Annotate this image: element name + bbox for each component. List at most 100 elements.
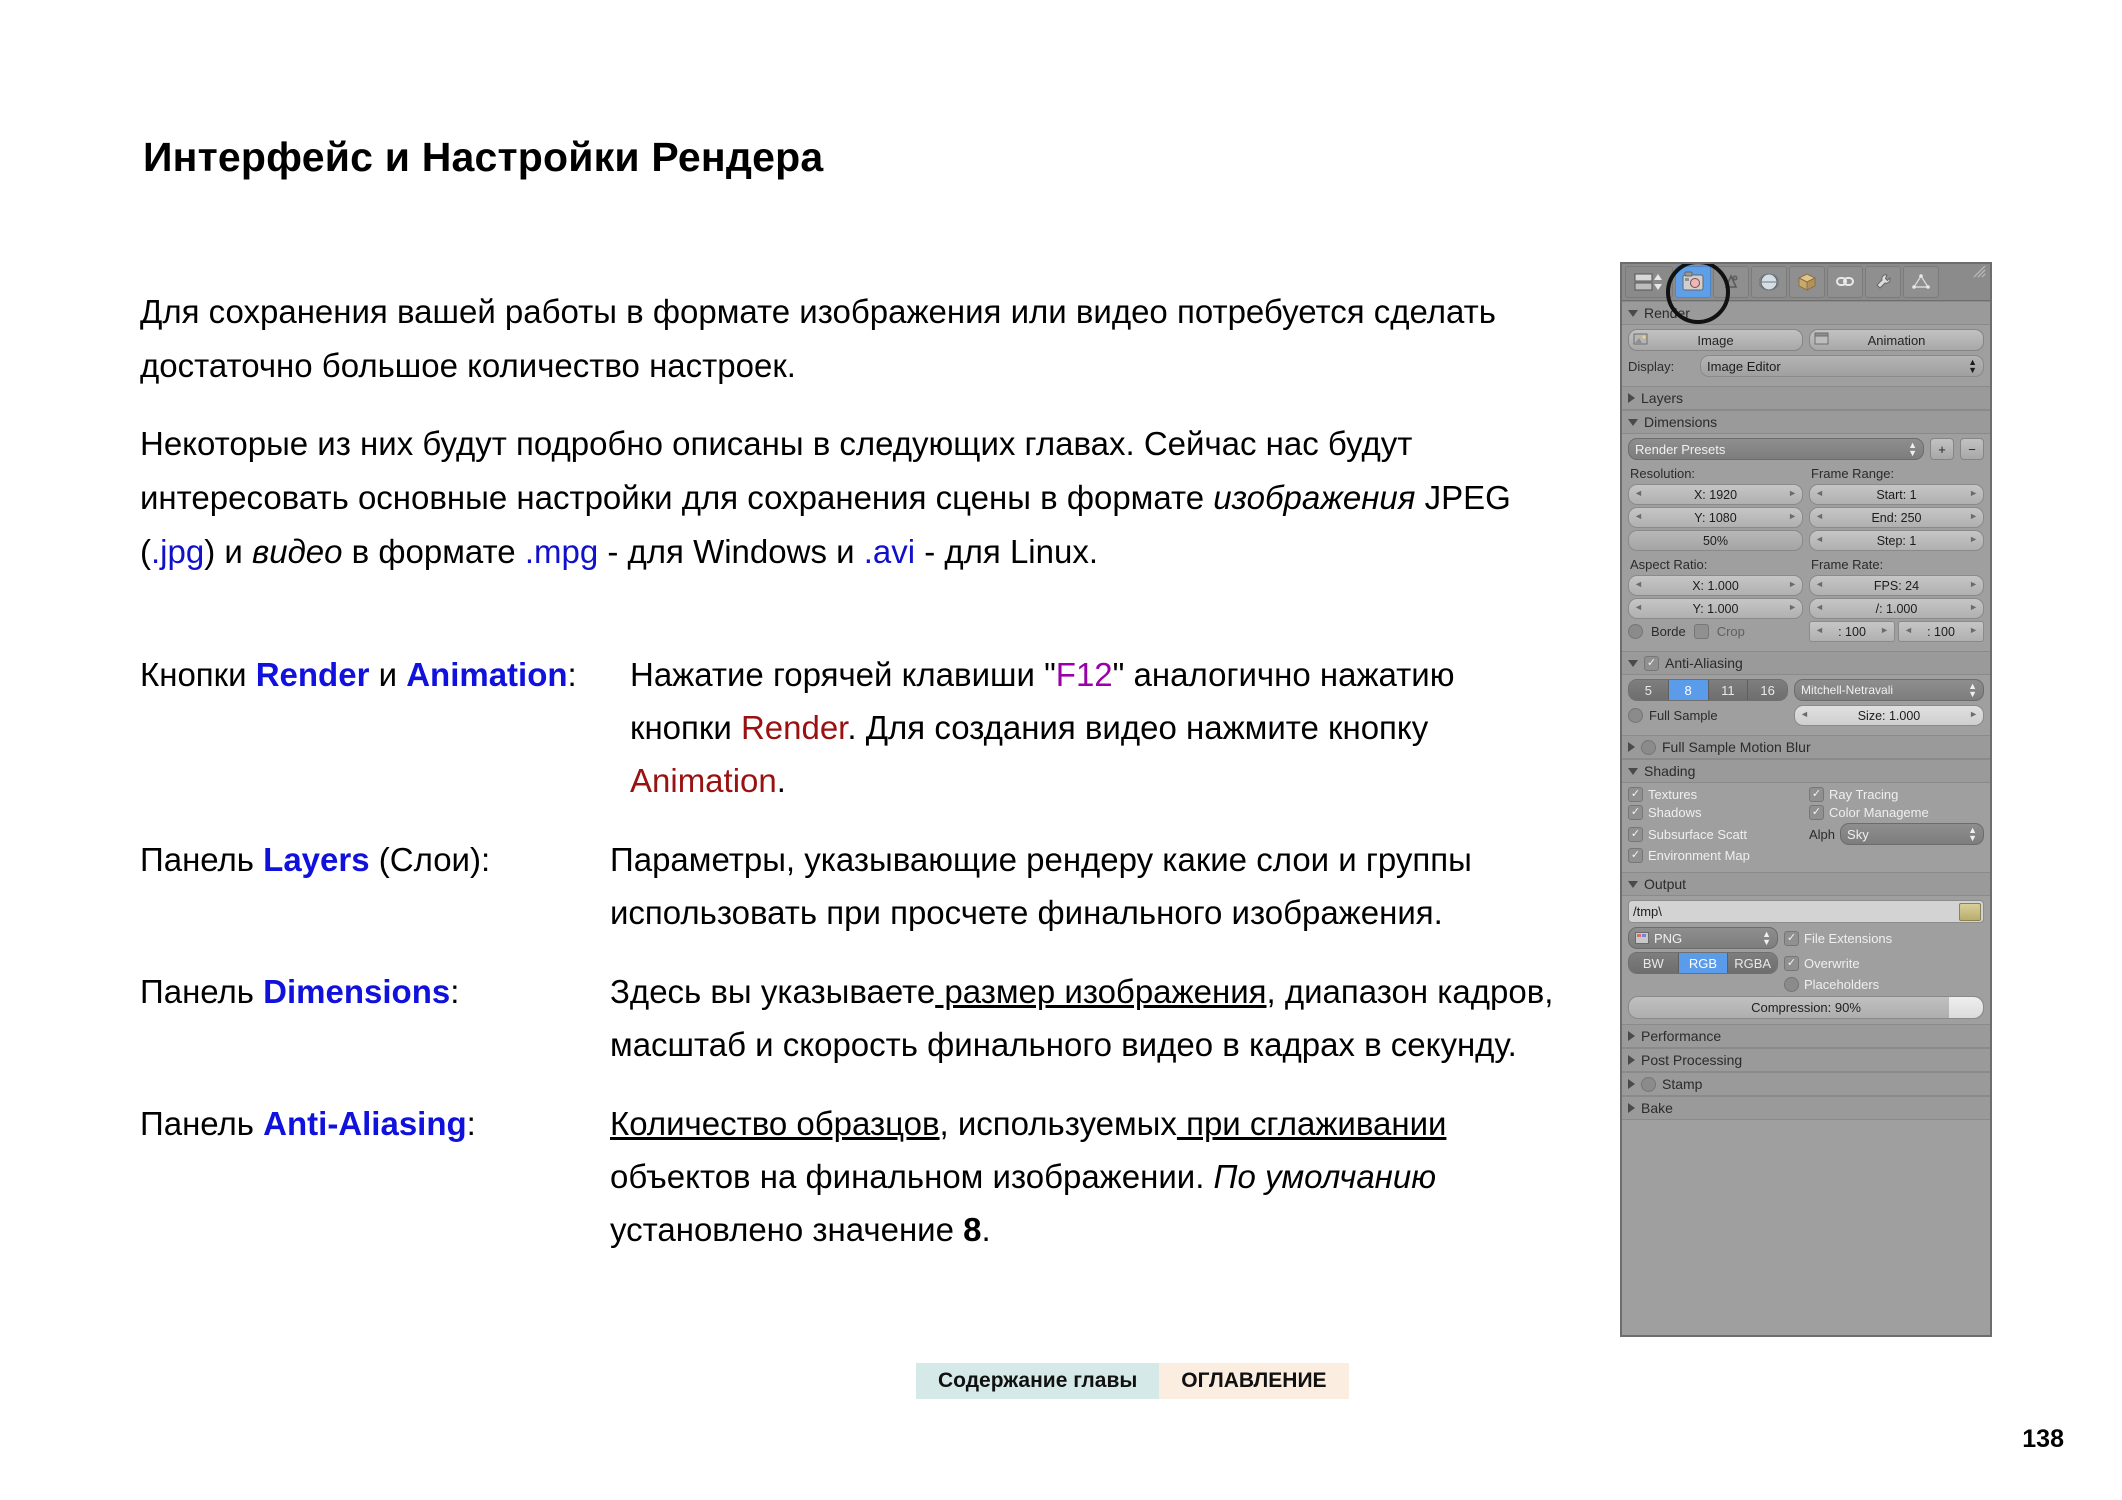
aa-samples-segmented[interactable]: 5 8 11 16 [1628, 679, 1788, 701]
chevron-updown-icon: ▲ ▼ [1908, 440, 1917, 458]
aa-sample-16[interactable]: 16 [1748, 680, 1787, 700]
tab-render[interactable] [1675, 266, 1711, 298]
frame-start-field[interactable]: ◄ Start: 1 ► [1809, 484, 1984, 505]
color-mode-bw[interactable]: BW [1629, 953, 1679, 973]
slider-knob[interactable] [1949, 997, 1983, 1018]
placeholders-toggle[interactable] [1784, 977, 1799, 992]
desc-part-a: Нажатие горячей клавиши " [630, 656, 1056, 693]
alpha-mode-dropdown[interactable]: Sky ▲ ▼ [1840, 823, 1984, 845]
resolution-y-field[interactable]: ◄ Y: 1080 ► [1628, 507, 1803, 528]
map-old-field[interactable]: ◄: 100 ► [1809, 621, 1895, 642]
arrow-right-icon: ► [1969, 511, 1978, 521]
tab-modifiers[interactable] [1865, 266, 1901, 298]
textures-checkbox[interactable]: ✓ [1628, 787, 1643, 802]
aspect-y-field[interactable]: ◄ Y: 1.000 ► [1628, 598, 1803, 619]
map-new-field[interactable]: ◄: 100 ► [1898, 621, 1984, 642]
border-label: Borde [1651, 624, 1686, 639]
output-path-value: /tmp\ [1633, 904, 1662, 919]
aa-filter-dropdown[interactable]: Mitchell-Netravali ▲ ▼ [1794, 679, 1984, 701]
display-dropdown[interactable]: Image Editor ▲ ▼ [1700, 355, 1984, 377]
frame-step-field[interactable]: ◄ Step: 1 ► [1809, 530, 1984, 551]
color-mode-segmented[interactable]: BW RGB RGBA [1628, 952, 1778, 974]
motion-blur-toggle[interactable] [1641, 739, 1656, 755]
ext-mpg: .mpg [524, 533, 599, 570]
section-header-render[interactable]: Render [1622, 266, 1990, 325]
definition-list: Кнопки Render и Animation: Нажатие горяч… [140, 648, 1560, 1282]
section-header-layers[interactable]: Layers [1622, 386, 1990, 410]
subsurface-scatter-checkbox[interactable]: ✓ [1628, 826, 1643, 842]
compression-value: Compression: 90% [1751, 1000, 1861, 1015]
overwrite-label: Overwrite [1804, 955, 1860, 971]
output-format-dropdown[interactable]: PNG ▲ ▼ [1628, 927, 1778, 949]
arrow-right-icon: ► [1969, 709, 1978, 719]
chevron-right-icon [1628, 742, 1635, 752]
folder-browse-icon[interactable] [1959, 903, 1981, 921]
tab-data[interactable] [1903, 266, 1939, 298]
fps-base-field[interactable]: ◄ /: 1.000 ► [1809, 598, 1984, 619]
table-of-contents-button[interactable]: ОГЛАВЛЕНИЕ [1159, 1363, 1349, 1399]
tab-scene[interactable] [1713, 266, 1749, 298]
ray-tracing-checkbox[interactable]: ✓ [1809, 787, 1824, 802]
output-path-field[interactable]: /tmp\ [1628, 900, 1984, 923]
tab-object[interactable] [1789, 266, 1825, 298]
resolution-x-field[interactable]: ◄ X: 1920 ► [1628, 484, 1803, 505]
full-sample-toggle[interactable] [1628, 708, 1643, 723]
tab-constraints[interactable] [1827, 266, 1863, 298]
tab-world[interactable] [1751, 266, 1787, 298]
fps-field[interactable]: ◄ FPS: 24 ► [1809, 575, 1984, 596]
page-number: 138 [2022, 1425, 2064, 1453]
definition-desc-antialiasing: Количество образцов, используемых при сг… [610, 1097, 1560, 1256]
environment-map-checkbox[interactable]: ✓ [1628, 848, 1643, 863]
aspect-x-field[interactable]: ◄ X: 1.000 ► [1628, 575, 1803, 596]
aa-size-field[interactable]: ◄ Size: 1.000 ► [1794, 705, 1984, 726]
section-header-shading[interactable]: Shading [1622, 266, 1990, 783]
border-toggle[interactable] [1628, 624, 1643, 639]
file-extensions-checkbox[interactable]: ✓ [1784, 930, 1799, 946]
properties-tab-strip[interactable] [1622, 264, 1990, 301]
shadows-checkbox[interactable]: ✓ [1628, 805, 1643, 820]
resolution-percentage-field[interactable]: 50% [1628, 530, 1803, 551]
render-presets-dropdown[interactable]: Render Presets ▲ ▼ [1628, 438, 1924, 460]
crop-checkbox[interactable]: ✓ [1693, 624, 1709, 639]
section-header-performance[interactable]: Performance [1622, 266, 1990, 1048]
arrow-right-icon: ► [1969, 579, 1978, 589]
display-value: Image Editor [1707, 358, 1781, 374]
section-header-post-processing[interactable]: Post Processing [1622, 266, 1990, 1072]
chapter-contents-button[interactable]: Содержание главы [916, 1363, 1160, 1399]
render-image-button[interactable]: Image [1628, 329, 1803, 351]
default-value-8: 8 [963, 1211, 982, 1248]
anti-aliasing-checkbox[interactable]: ✓ [1644, 655, 1659, 671]
frame-step-value: Step: 1 [1876, 533, 1917, 548]
section-header-bake[interactable]: Bake [1622, 266, 1990, 1120]
definition-term-dimensions: Панель Dimensions: [140, 965, 610, 1018]
section-header-dimensions[interactable]: Dimensions [1622, 266, 1990, 434]
compression-slider[interactable]: Compression: 90% [1628, 996, 1984, 1019]
aa-sample-5[interactable]: 5 [1629, 680, 1669, 700]
mesh-data-icon [1912, 274, 1930, 289]
section-header-anti-aliasing[interactable]: ✓ Anti-Aliasing [1622, 266, 1990, 675]
stamp-toggle[interactable] [1641, 1076, 1656, 1092]
color-mode-rgba[interactable]: RGBA [1728, 953, 1777, 973]
color-mode-rgb[interactable]: RGB [1678, 953, 1729, 973]
add-preset-button[interactable]: + [1930, 438, 1954, 460]
frame-end-field[interactable]: ◄ End: 250 ► [1809, 507, 1984, 528]
aa-sample-11[interactable]: 11 [1708, 680, 1749, 700]
aa-sample-8[interactable]: 8 [1668, 680, 1709, 700]
chevron-down-icon [1628, 418, 1638, 426]
blender-render-properties-panel[interactable]: Render Image Animation Display: Image Ed… [1620, 262, 1992, 1337]
remove-preset-button[interactable]: − [1960, 438, 1984, 460]
editor-type-selector[interactable] [1625, 266, 1673, 298]
definition-term-antialiasing: Панель Anti-Aliasing: [140, 1097, 610, 1150]
section-title-stamp: Stamp [1662, 1076, 1703, 1092]
render-animation-button[interactable]: Animation [1809, 329, 1984, 351]
chevron-right-icon [1628, 1031, 1635, 1041]
section-body-dimensions: Render Presets ▲ ▼ + − Resolution: Frame … [1622, 434, 1990, 651]
overwrite-checkbox[interactable]: ✓ [1784, 955, 1799, 971]
footer-navigation-bar[interactable]: Содержание главы ОГЛАВЛЕНИЕ [916, 1363, 1349, 1399]
chevron-right-icon [1628, 393, 1635, 403]
wrench-icon [1876, 274, 1891, 289]
color-management-checkbox[interactable]: ✓ [1809, 805, 1824, 820]
section-header-motion-blur[interactable]: Full Sample Motion Blur [1622, 735, 1990, 759]
section-header-stamp[interactable]: Stamp [1622, 266, 1990, 1096]
section-header-output[interactable]: Output [1622, 266, 1990, 896]
